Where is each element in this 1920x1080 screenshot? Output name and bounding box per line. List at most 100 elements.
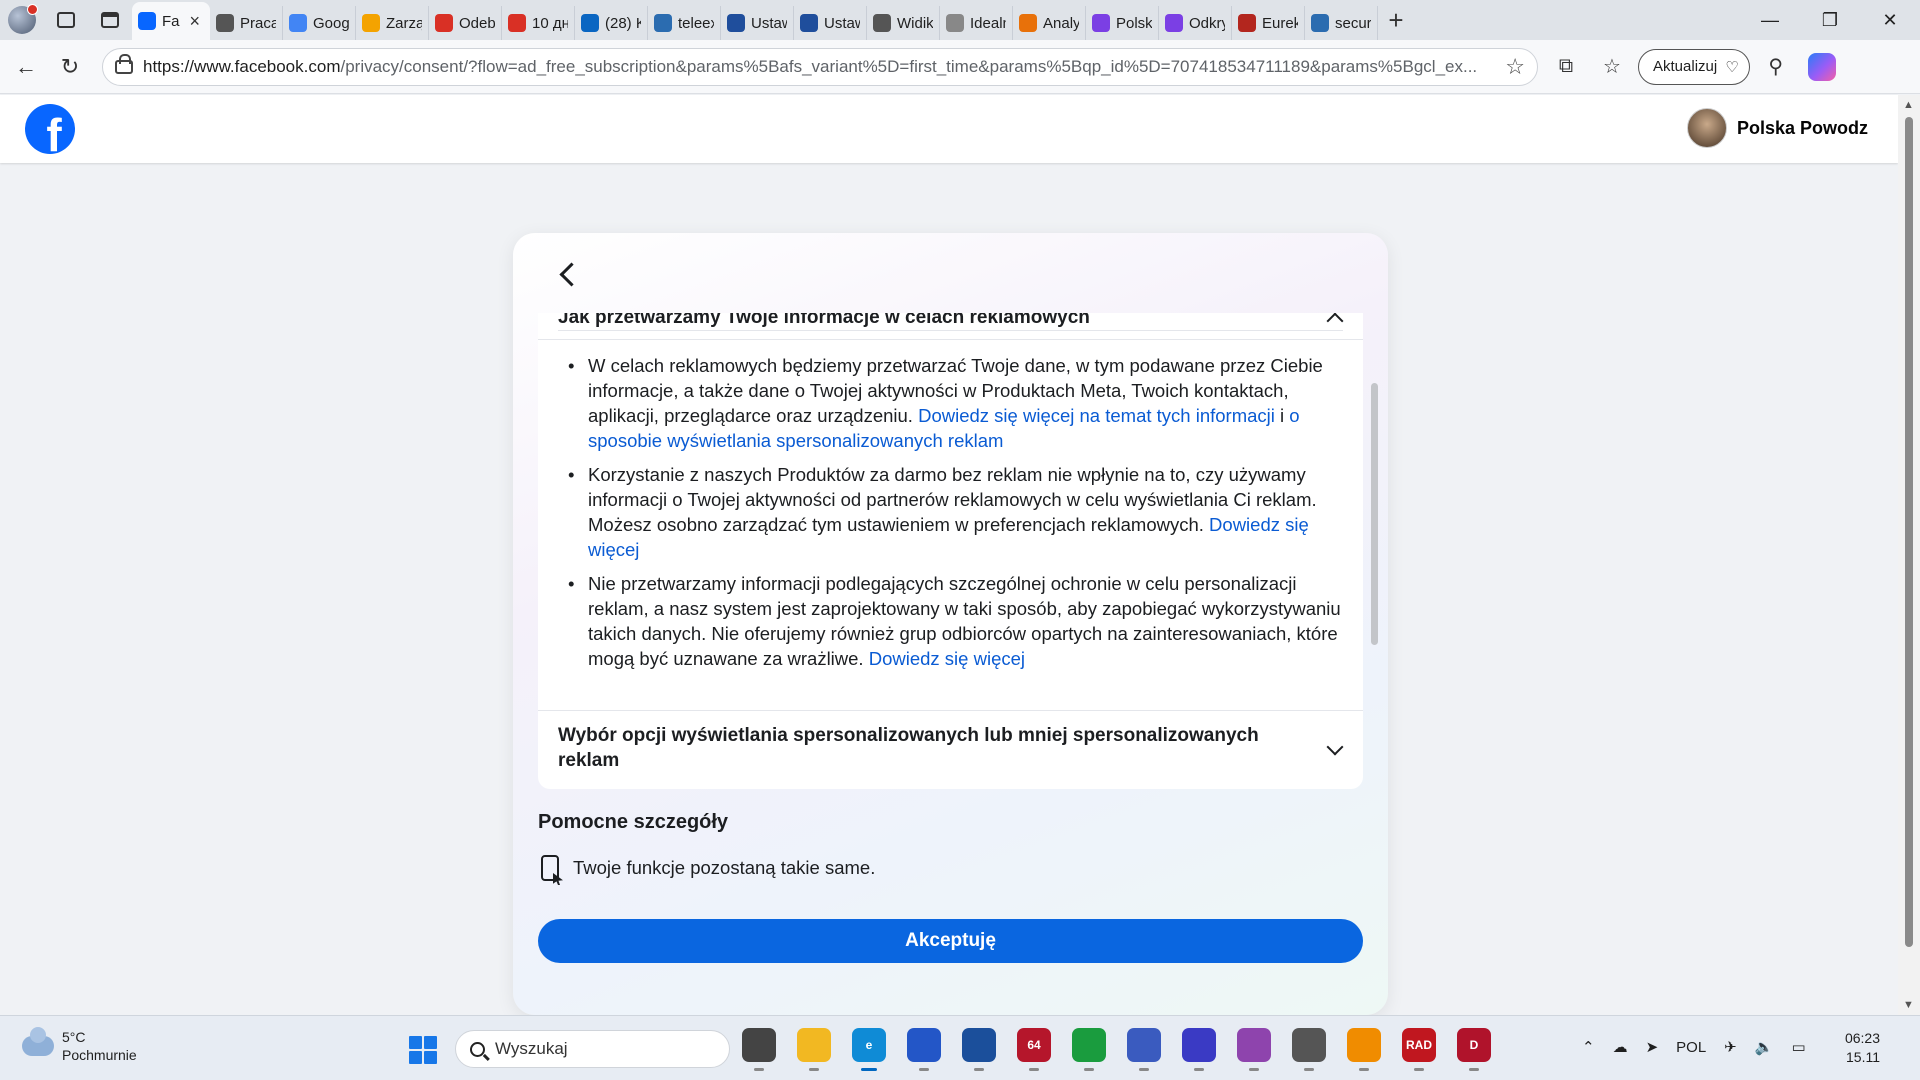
browser-tab-strip: Fa × Praca r Google Zarząd Odebr 10 дне (28) Ka…: [0, 0, 1920, 40]
learn-more-info-link[interactable]: Dowiedz się więcej na temat tych informa…: [918, 405, 1275, 426]
search-placeholder: Wyszukaj: [495, 1039, 568, 1058]
rad-icon[interactable]: RAD: [1402, 1028, 1436, 1071]
browser-tab[interactable]: teleex: [648, 6, 721, 40]
close-tab-icon[interactable]: ×: [190, 11, 201, 32]
facebook-logo[interactable]: f: [25, 104, 75, 154]
dialog-scroll-area[interactable]: Jak przetwarzamy Twoje informacje w cela…: [513, 313, 1388, 1015]
favorites-icon[interactable]: ☆: [1592, 47, 1632, 87]
account-menu[interactable]: Polska Powodz: [1686, 108, 1868, 148]
onedrive-icon[interactable]: ☁: [1613, 1038, 1628, 1056]
section-ad-choice[interactable]: Wybór opcji wyświetlania spersonalizowan…: [538, 711, 1363, 789]
vlc-icon[interactable]: [1347, 1028, 1381, 1071]
page-scrollbar[interactable]: ▲ ▼: [1898, 95, 1920, 1015]
new-tab-button[interactable]: +: [1378, 5, 1414, 36]
browser-tab[interactable]: (28) Ka: [575, 6, 648, 40]
tab-label: Odebr: [459, 14, 495, 32]
address-bar[interactable]: https://www.facebook.com/privacy/consent…: [102, 47, 1538, 86]
favorite-star-icon[interactable]: ☆: [1505, 54, 1525, 80]
xbox-icon[interactable]: [1072, 1028, 1106, 1071]
clock-date: 15.11: [1846, 1049, 1880, 1065]
search-icon: [654, 14, 672, 32]
browser-tab[interactable]: Widikc: [867, 6, 940, 40]
file-manager-icon[interactable]: [742, 1028, 776, 1071]
restore-icon[interactable]: ❐: [1800, 0, 1860, 40]
avatar[interactable]: [1686, 108, 1727, 148]
clock[interactable]: 06:23 15.11: [1845, 1029, 1880, 1067]
chevron-up-icon[interactable]: ⌃: [1582, 1038, 1595, 1056]
ida-icon[interactable]: 64: [1017, 1028, 1051, 1071]
tab-label: secure: [1335, 14, 1371, 32]
list-item: Korzystanie z naszych Produktów za darmo…: [568, 462, 1345, 562]
phone-tap-icon: [541, 855, 559, 881]
browser-tab[interactable]: EurekA: [1232, 6, 1305, 40]
battery-icon[interactable]: ▭: [1791, 1038, 1805, 1056]
clock-time: 06:23: [1844, 1030, 1880, 1046]
browser-tab[interactable]: 10 дне: [502, 6, 575, 40]
learn-more-link[interactable]: Dowiedz się więcej: [869, 648, 1025, 669]
browser-tab[interactable]: secure: [1305, 6, 1378, 40]
edge-icon[interactable]: e: [852, 1028, 886, 1071]
dialog-scrollbar[interactable]: [1371, 383, 1378, 645]
chevron-down-icon[interactable]: [1326, 738, 1344, 756]
vpn-icon[interactable]: [1292, 1028, 1326, 1071]
scroll-up-icon[interactable]: ▲: [1903, 99, 1914, 111]
refresh-icon[interactable]: ↻: [48, 45, 92, 89]
browser-tab[interactable]: Fa ×: [132, 2, 210, 40]
taskbar-search[interactable]: Wyszukaj: [455, 1030, 730, 1068]
scroll-down-icon[interactable]: ▼: [1903, 999, 1914, 1011]
volume-icon[interactable]: 🔈: [1755, 1038, 1774, 1056]
tab-label: (28) Ka: [605, 14, 641, 32]
eli-icon: [800, 14, 818, 32]
browser-tab[interactable]: Zarząd: [356, 6, 429, 40]
browser-tab[interactable]: Idealn: [940, 6, 1013, 40]
browser-tab[interactable]: Odebr: [429, 6, 502, 40]
feature-row: Twoje funkcje pozostaną takie same.: [541, 855, 875, 881]
list-item: W celach reklamowych będziemy przetwarza…: [568, 353, 1345, 453]
location-icon[interactable]: ➤: [1646, 1038, 1659, 1056]
browser-tab[interactable]: Ustaw: [794, 6, 867, 40]
workspaces-icon[interactable]: [44, 0, 88, 40]
weather-widget[interactable]: 5°C Pochmurnie: [22, 1027, 137, 1064]
browser-tab[interactable]: Praca r: [210, 6, 283, 40]
back-icon[interactable]: ←: [4, 45, 48, 89]
store-icon[interactable]: [907, 1028, 941, 1071]
browser-tab[interactable]: Odkryc: [1159, 6, 1232, 40]
copilot-icon[interactable]: [1802, 47, 1842, 87]
url-text[interactable]: https://www.facebook.com/privacy/consent…: [143, 57, 1495, 77]
page-scrollbar-thumb[interactable]: [1905, 117, 1913, 947]
section-divider: [538, 339, 1363, 340]
bar-chart-icon: [1019, 14, 1037, 32]
close-window-icon[interactable]: ✕: [1860, 0, 1920, 40]
browser-tab[interactable]: Google: [283, 6, 356, 40]
network-icon[interactable]: [1127, 1028, 1161, 1071]
section-ad-processing-title[interactable]: Jak przetwarzamy Twoje informacje w cela…: [558, 313, 1343, 331]
podcast-icon[interactable]: [1237, 1028, 1271, 1071]
accept-button[interactable]: Akceptuję: [538, 919, 1363, 963]
tab-actions-icon[interactable]: [88, 0, 132, 40]
minimize-icon[interactable]: —: [1740, 0, 1800, 40]
profile-icon[interactable]: [0, 0, 44, 40]
language-indicator[interactable]: POL: [1676, 1039, 1706, 1056]
share-icon[interactable]: ⚲: [1756, 47, 1796, 87]
folder-icon[interactable]: [797, 1028, 831, 1071]
tab-label: Ustaw: [824, 14, 860, 32]
virtualbox-icon[interactable]: [962, 1028, 996, 1071]
tab-label: teleex: [678, 14, 714, 32]
windows-start-icon[interactable]: [409, 1036, 437, 1064]
browser-tab[interactable]: Analyt: [1013, 6, 1086, 40]
extensions-icon[interactable]: ⧉: [1546, 47, 1586, 87]
section-ad-choice-title[interactable]: Wybór opcji wyświetlania spersonalizowan…: [558, 723, 1303, 773]
update-button[interactable]: Aktualizuj ♡: [1638, 48, 1750, 85]
save-icon[interactable]: [1182, 1028, 1216, 1071]
taskbar: 5°C Pochmurnie Wyszukaj e 64 RAD D ⌃ ☁ ➤ PO…: [0, 1015, 1920, 1080]
analytics-icon: [362, 14, 380, 32]
airplane-mode-icon[interactable]: ✈: [1724, 1038, 1737, 1056]
update-label: Aktualizuj: [1653, 58, 1718, 75]
browser-tab[interactable]: Ustaw: [721, 6, 794, 40]
browser-tab[interactable]: Polska: [1086, 6, 1159, 40]
lock-icon[interactable]: [115, 53, 133, 74]
back-button[interactable]: [553, 259, 583, 289]
gmail-icon: [508, 14, 526, 32]
list-item: Nie przetwarzamy informacji podlegającyc…: [568, 571, 1345, 671]
d-app-icon[interactable]: D: [1457, 1028, 1491, 1071]
